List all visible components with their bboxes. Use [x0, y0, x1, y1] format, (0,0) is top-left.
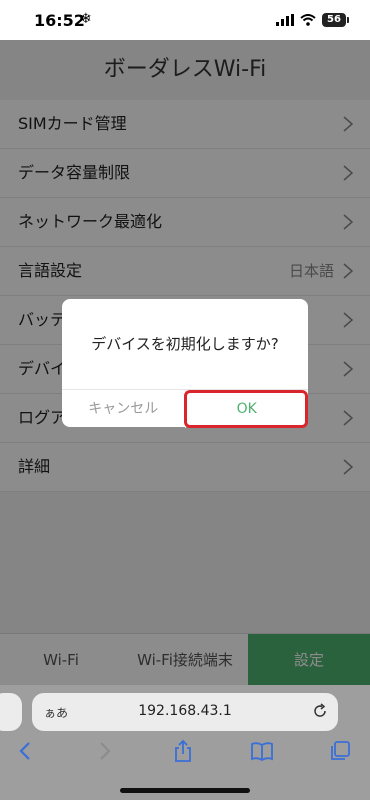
ok-button[interactable]: OK: [186, 390, 309, 428]
snowflake-icon: ❄: [80, 11, 92, 27]
url-text: 192.168.43.1: [138, 703, 232, 719]
share-icon[interactable]: [171, 739, 195, 763]
confirm-dialog: デバイスを初期化しますか? キャンセル OK: [62, 299, 308, 428]
bookmarks-icon[interactable]: [250, 739, 274, 763]
status-icons: 56: [276, 13, 349, 27]
address-bar[interactable]: ぁあ 192.168.43.1: [32, 693, 338, 731]
forward-icon[interactable]: [92, 739, 116, 763]
home-indicator: [120, 788, 250, 793]
cellular-signal-icon: [276, 14, 294, 26]
reload-icon[interactable]: [312, 703, 328, 719]
tabs-icon[interactable]: [328, 739, 352, 763]
dialog-message: デバイスを初期化しますか?: [62, 299, 308, 390]
back-icon[interactable]: [14, 739, 38, 763]
cancel-button[interactable]: キャンセル: [62, 390, 186, 428]
status-bar: 16:52 ❄ 56: [0, 0, 370, 40]
battery-icon: 56: [322, 13, 349, 27]
dialog-buttons: キャンセル OK: [62, 390, 308, 428]
browser-nav: [0, 737, 370, 771]
previous-tab[interactable]: [0, 693, 22, 731]
clock: 16:52: [34, 11, 85, 30]
wifi-icon: [300, 14, 316, 26]
browser-toolbar: ぁあ 192.168.43.1: [0, 685, 370, 800]
